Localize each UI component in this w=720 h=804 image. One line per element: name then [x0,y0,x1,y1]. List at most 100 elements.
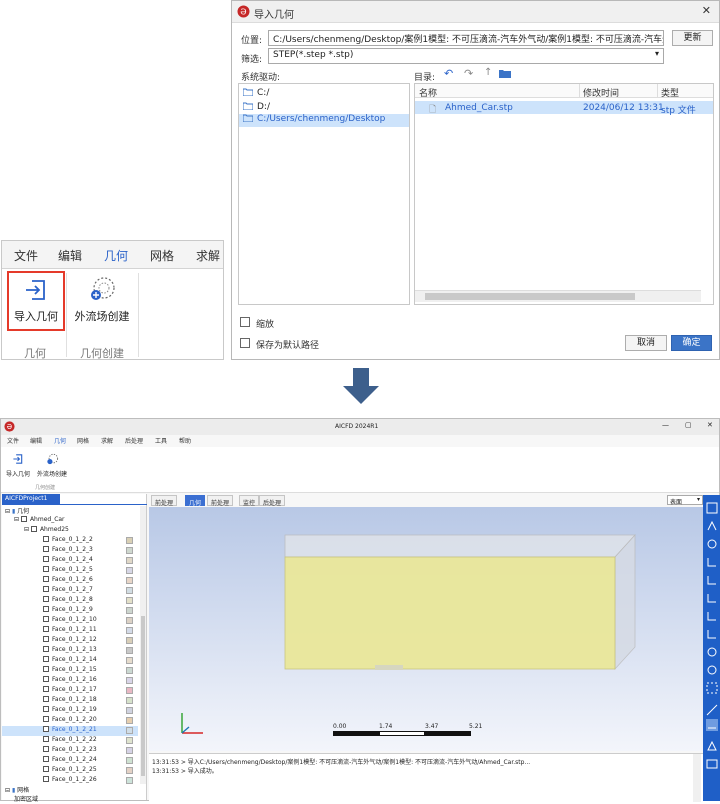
location-field[interactable]: C:/Users/chenmeng/Desktop/案例1模型: 不可压滴流-汽… [268,30,664,46]
external-flow-button[interactable]: 外流场创建 [35,450,69,478]
tree-face-item[interactable]: Face_0_1_2_13 [2,646,138,656]
horizontal-scrollbar[interactable] [415,290,701,302]
face-checkbox[interactable] [43,596,49,602]
face-checkbox[interactable] [43,586,49,592]
face-checkbox[interactable] [43,536,49,542]
console-scrollbar[interactable] [693,754,701,802]
tree-car[interactable]: ⊟ Ahmed_Car [14,516,65,526]
tree-face-item[interactable]: Face_0_1_2_15 [2,666,138,676]
face-checkbox[interactable] [43,656,49,662]
tree-face-item[interactable]: Face_0_1_2_4 [2,556,138,566]
filter-select[interactable]: STEP(*.step *.stp) ▾ [268,48,664,64]
face-color-swatch[interactable] [126,617,133,624]
face-color-swatch[interactable] [126,717,133,724]
zoom-box-icon[interactable] [706,679,718,694]
graph-icon[interactable] [706,517,718,531]
ribbon-tab-mesh[interactable]: 网格 [150,247,174,264]
menu-mesh[interactable]: 网格 [77,436,89,445]
face-checkbox[interactable] [43,636,49,642]
face-color-swatch[interactable] [126,707,133,714]
face-checkbox[interactable] [43,716,49,722]
view-yz-icon[interactable] [706,571,718,585]
face-checkbox[interactable] [43,766,49,772]
drive-item-c[interactable]: C:/ [242,88,269,100]
tree-face-item[interactable]: Face_0_1_2_22 [2,736,138,746]
face-color-swatch[interactable] [126,677,133,684]
ribbon-tab-file[interactable]: 文件 [14,247,38,264]
ruler-icon[interactable] [706,701,718,716]
face-checkbox[interactable] [43,696,49,702]
face-checkbox[interactable] [43,736,49,742]
face-checkbox[interactable] [43,676,49,682]
menu-postprocess[interactable]: 后处理 [125,436,143,445]
face-color-swatch[interactable] [126,547,133,554]
external-flow-button[interactable]: 外流场创建 [70,271,134,329]
save-default-checkbox[interactable] [240,338,250,348]
tree-face-item[interactable]: Face_0_1_2_19 [2,706,138,716]
tree-face-item[interactable]: Face_0_1_2_21 [2,726,138,736]
ribbon-tab-edit[interactable]: 编辑 [58,247,82,264]
tree-face-item[interactable]: Face_0_1_2_20 [2,716,138,726]
face-checkbox[interactable] [43,776,49,782]
face-color-swatch[interactable] [126,767,133,774]
drive-item-desktop[interactable]: C:/Users/chenmeng/Desktop [239,114,409,127]
maximize-icon[interactable]: ▢ [685,421,692,429]
face-color-swatch[interactable] [126,537,133,544]
column-name[interactable]: 名称 [419,86,437,99]
face-checkbox[interactable] [43,646,49,652]
reset-view-icon[interactable] [706,661,718,675]
3d-viewport[interactable]: 0.00 1.74 3.47 5.21 [149,507,703,751]
tree-face-item[interactable]: Face_0_1_2_25 [2,766,138,776]
face-checkbox[interactable] [43,546,49,552]
tree-face-item[interactable]: Face_0_1_2_23 [2,746,138,756]
ok-button[interactable]: 确定 [671,335,712,351]
face-color-swatch[interactable] [126,757,133,764]
face-checkbox[interactable] [43,756,49,762]
minimize-icon[interactable]: — [662,421,669,429]
face-checkbox[interactable] [43,686,49,692]
face-checkbox[interactable] [43,726,49,732]
menu-geometry[interactable]: 几何 [54,436,66,445]
tree-refine-region[interactable]: 加密区域 [14,794,38,804]
tree-scrollbar[interactable] [140,506,146,784]
face-color-swatch[interactable] [126,737,133,744]
tree-face-item[interactable]: Face_0_1_2_12 [2,636,138,646]
tree-face-item[interactable]: Face_0_1_2_14 [2,656,138,666]
tree-face-item[interactable]: Face_0_1_2_3 [2,546,138,556]
import-geometry-button[interactable]: 导入几何 [5,450,31,478]
menu-tools[interactable]: 工具 [155,436,167,445]
face-color-swatch[interactable] [126,627,133,634]
face-checkbox[interactable] [43,556,49,562]
face-checkbox[interactable] [43,706,49,712]
view-x-icon[interactable] [706,607,718,621]
tree-root-geometry[interactable]: ⊟ ▮ 几何 [5,506,29,516]
options-icon[interactable] [706,719,718,731]
tree-face-item[interactable]: Face_0_1_2_7 [2,586,138,596]
face-color-swatch[interactable] [126,637,133,644]
node-icon[interactable] [706,535,718,549]
tree-face-item[interactable]: Face_0_1_2_11 [2,626,138,636]
tree-face-item[interactable]: Face_0_1_2_16 [2,676,138,686]
face-color-swatch[interactable] [126,747,133,754]
close-icon[interactable]: ✕ [707,421,713,429]
menu-help[interactable]: 帮助 [179,436,191,445]
view-tab-post[interactable]: 后处理 [259,495,286,507]
face-color-swatch[interactable] [126,667,133,674]
ribbon-tab-geometry[interactable]: 几何 [104,247,128,264]
menu-solve[interactable]: 求解 [101,436,113,445]
face-color-swatch[interactable] [126,777,133,784]
tree-face-item[interactable]: Face_0_1_2_10 [2,616,138,626]
face-color-swatch[interactable] [126,587,133,594]
view-tab-pre[interactable]: 前处理 [151,495,178,507]
face-checkbox[interactable] [43,626,49,632]
menu-edit[interactable]: 编辑 [30,436,42,445]
drive-item-d[interactable]: D:/ [242,102,270,114]
screenshot-icon[interactable] [706,755,718,769]
rotate-icon[interactable] [706,643,718,657]
view-tab-pre-2[interactable]: 前处理 [207,495,234,507]
project-tab[interactable]: AICFDProject1 [2,494,60,504]
file-row[interactable]: 🗋 Ahmed_Car.stp 2024/06/12 13:31 stp 文件 [415,101,713,116]
face-color-swatch[interactable] [126,577,133,584]
view-xy-icon[interactable] [706,553,718,567]
back-icon[interactable]: ↶ [444,67,453,80]
